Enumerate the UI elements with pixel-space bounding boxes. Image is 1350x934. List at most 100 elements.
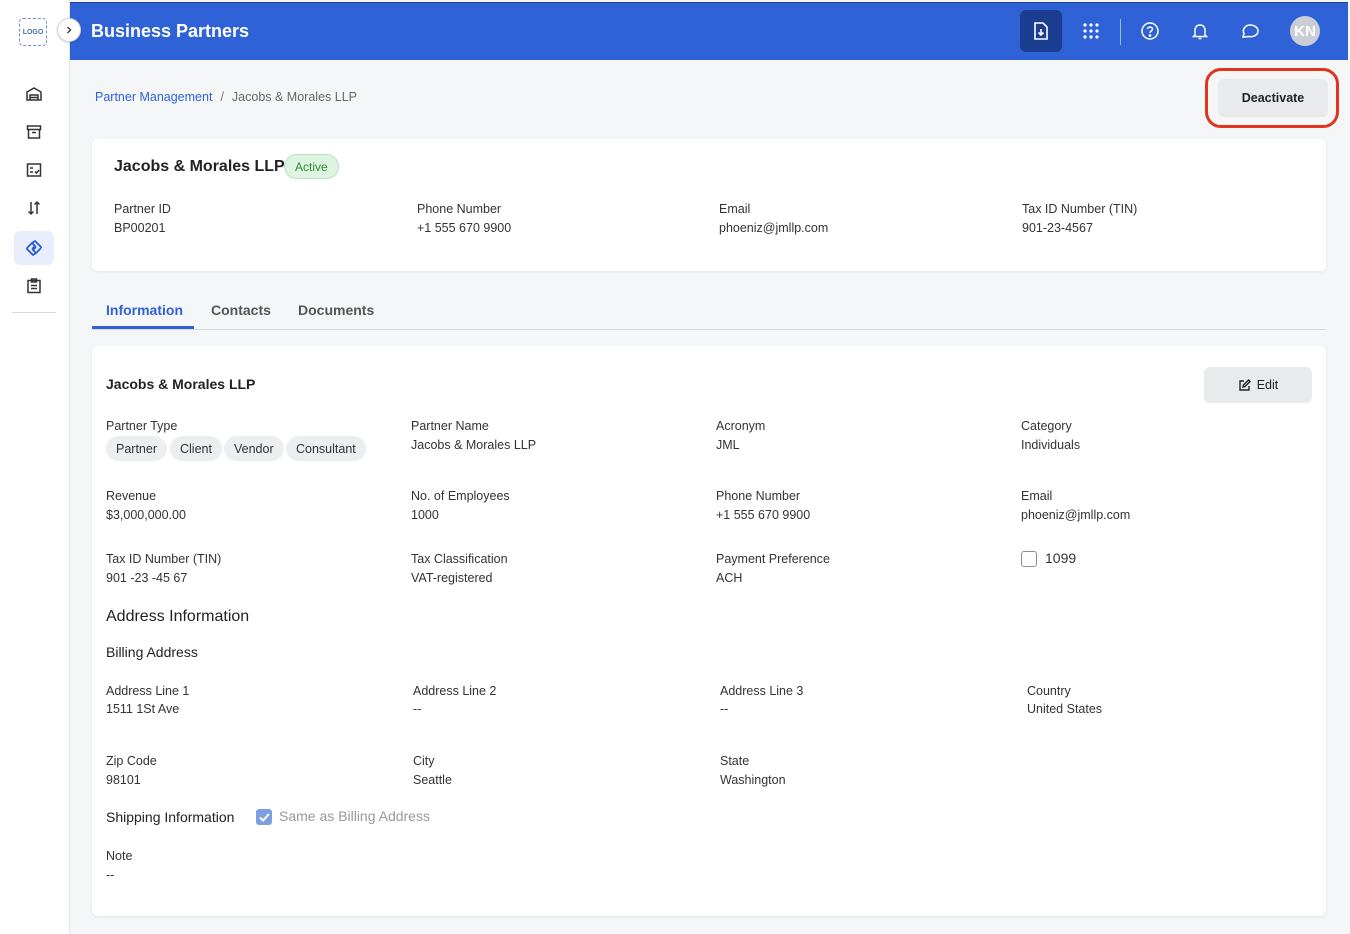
tax-classification-value: VAT-registered [411,571,493,585]
partner-type-label: Partner Type [106,419,178,433]
phone-number-value: +1 555 670 9900 [716,508,811,522]
form-1099-label: 1099 [1045,550,1077,566]
apps-grid-icon [1083,23,1099,39]
partner-id-value: BP00201 [114,221,166,235]
clipboard-icon[interactable] [14,269,54,303]
breadcrumb-partner-management[interactable]: Partner Management [95,90,212,104]
chat-icon [1241,24,1259,38]
form-1099-checkbox[interactable] [1021,551,1037,567]
address-line2-label: Address Line 2 [413,684,497,698]
status-badge: Active [284,154,339,179]
email-field-label: Email [1021,489,1053,503]
email-field-value: phoeniz@jmllp.com [1021,508,1131,522]
tab-information[interactable]: Information [106,302,183,318]
acronym-value: JML [716,438,740,452]
logo: LOGO [19,18,47,46]
help-icon [1141,22,1159,40]
same-as-billing-label: Same as Billing Address [279,808,430,824]
state-label: State [720,754,750,768]
employees-value: 1000 [411,508,439,522]
payment-preference-value: ACH [716,571,743,585]
chip-vendor: Vendor [224,436,284,461]
revenue-label: Revenue [106,489,157,503]
email-label: Email [719,202,751,216]
payment-preference-label: Payment Preference [716,552,830,566]
rail-divider [12,312,56,313]
breadcrumb-separator: / [220,90,224,104]
city-label: City [413,754,435,768]
expand-rail-button[interactable] [57,18,81,42]
category-value: Individuals [1021,438,1081,452]
revenue-value: $3,000,000.00 [106,508,186,522]
phone-value: +1 555 670 9900 [417,221,512,235]
same-as-billing-checkbox[interactable] [256,809,272,825]
edit-icon [1239,378,1251,391]
edit-label: Edit [1256,378,1279,392]
phone-label: Phone Number [417,202,502,216]
information-card: Jacobs & Morales LLP Edit Partner Type P… [92,346,1326,916]
chip-consultant: Consultant [286,436,366,461]
tabs-divider [92,329,1326,330]
address-line1-label: Address Line 1 [106,684,190,698]
partner-name-label: Partner Name [411,419,489,433]
country-label: Country [1027,684,1071,698]
warehouse-icon[interactable] [14,77,54,111]
tin-value: 901-23-4567 [1022,221,1093,235]
info-card-title: Jacobs & Morales LLP [106,376,256,392]
checkmark-icon [258,812,270,822]
app-header: Business Partners KN [70,2,1348,60]
tab-contacts[interactable]: Contacts [211,302,271,318]
address-line2-value: -- [413,702,422,716]
partners-icon[interactable] [14,231,54,265]
tax-classification-label: Tax Classification [411,552,508,566]
help-button[interactable] [1129,10,1171,52]
state-value: Washington [720,773,786,787]
tin-field-value: 901 -23 -45 67 [106,571,188,585]
zip-code-label: Zip Code [106,754,157,768]
chip-client: Client [170,436,222,461]
note-value: -- [106,868,115,882]
tab-documents[interactable]: Documents [298,302,374,318]
chat-button[interactable] [1229,10,1271,52]
shipping-information-title: Shipping Information [106,809,235,825]
address-line3-label: Address Line 3 [720,684,804,698]
address-line1-value: 1511 1St Ave [106,702,180,716]
edit-button[interactable]: Edit [1204,367,1312,403]
tin-field-label: Tax ID Number (TIN) [106,552,222,566]
checklist-icon[interactable] [14,153,54,187]
city-value: Seattle [413,773,452,787]
bell-icon [1191,24,1209,40]
header-divider [1120,19,1121,45]
notifications-button[interactable] [1179,10,1221,52]
app-title: Business Partners [91,21,250,41]
breadcrumb: Partner Management / Jacobs & Morales LLP [95,90,357,104]
email-value: phoeniz@jmllp.com [719,221,829,235]
partner-summary-card: Jacobs & Morales LLP Active Partner ID B… [92,139,1326,271]
left-nav-rail: LOGO [0,0,70,934]
employees-label: No. of Employees [411,489,510,503]
archive-icon[interactable] [14,115,54,149]
deactivate-button[interactable]: Deactivate [1218,79,1328,117]
partner-id-label: Partner ID [114,202,171,216]
category-label: Category [1021,419,1072,433]
user-avatar[interactable]: KN [1290,16,1320,46]
apps-button[interactable] [1070,10,1112,52]
country-value: United States [1027,702,1103,716]
sort-icon[interactable] [14,191,54,225]
note-label: Note [106,849,133,863]
tin-label: Tax ID Number (TIN) [1022,202,1138,216]
breadcrumb-current: Jacobs & Morales LLP [231,90,357,104]
address-information-title: Address Information [106,608,250,625]
chip-partner: Partner [106,436,167,461]
import-button[interactable] [1020,10,1062,52]
partner-name-heading: Jacobs & Morales LLP [114,158,285,175]
acronym-label: Acronym [716,419,766,433]
chevron-right-icon [66,26,72,34]
phone-number-label: Phone Number [716,489,801,503]
address-line3-value: -- [720,702,729,716]
partner-name-value: Jacobs & Morales LLP [411,438,537,452]
file-download-icon [1034,22,1048,40]
active-tab-indicator [92,326,194,329]
zip-code-value: 98101 [106,773,141,787]
billing-address-title: Billing Address [106,644,198,660]
